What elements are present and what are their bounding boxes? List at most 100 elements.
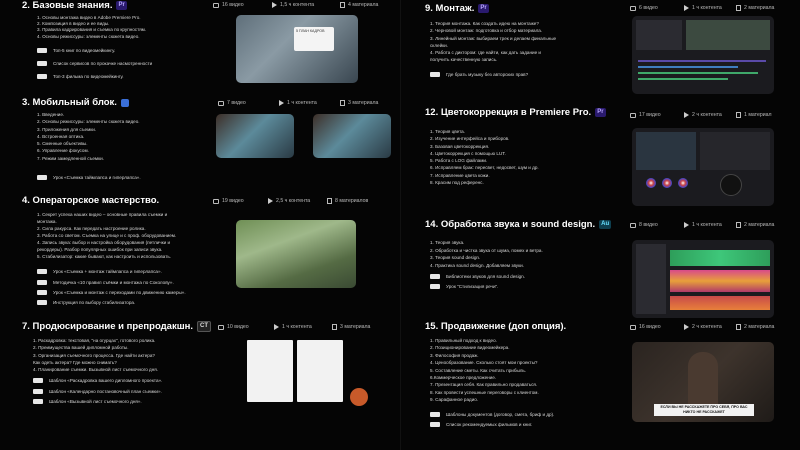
section-title: 4. Операторское мастерство. (22, 195, 159, 206)
film-icon (630, 222, 636, 228)
play-icon (268, 198, 273, 204)
materials-count: 2 материала (736, 5, 774, 11)
resource-icon (37, 175, 47, 180)
video-count: 19 видео (213, 198, 244, 204)
section-sound-design: 14. Обработка звука и sound design. Au 8… (408, 212, 800, 318)
lesson-item: 4. Запись звука: выбор и настройка обору… (37, 240, 171, 245)
film-icon (630, 324, 636, 330)
lesson-item: 1. Правильный подход к видео. (430, 338, 497, 343)
film-icon (630, 112, 636, 118)
resource-item[interactable]: Шаблон «Календарно постановочный план съ… (33, 389, 162, 394)
film-icon (218, 100, 224, 106)
title-text: 4. Операторское мастерство. (22, 195, 160, 206)
lesson-preview-image (236, 220, 356, 288)
play-icon (274, 324, 279, 330)
lesson-item: 4. Ценообразование. Сколько стоят мои пр… (430, 360, 538, 366)
lesson-item: 4. Цветокоррекция с помощью LUT. (430, 150, 506, 156)
materials-count: 2 материала (736, 324, 774, 330)
lesson-item: 4. Встроенная оптика. (37, 133, 85, 139)
resource-item[interactable]: Урок «Съемка таймлапса и гиперлапса». (37, 175, 141, 180)
title-text: 2. Базовые знания. (22, 0, 113, 11)
resource-icon (37, 280, 47, 285)
lesson-preview-image (216, 114, 294, 158)
section-title: 2. Базовые знания. Pr (22, 0, 127, 11)
lesson-item: 2. Преимущества вашей дипломной работы. (33, 345, 129, 351)
lesson-list: 1. Теория монтажа. Как создать идею на м… (430, 20, 556, 64)
resource-item[interactable]: Урок «Съемка и монтаж с переходами по дв… (37, 290, 186, 295)
document-icon (736, 5, 741, 11)
resource-item[interactable]: Список сервисов по прокачке насмотреннос… (37, 61, 152, 66)
resource-icon (430, 412, 440, 417)
resource-icon (430, 72, 440, 77)
section-promotion: 15. Продвижение (доп опция). 16 видео 2 … (408, 318, 800, 450)
resource-item[interactable]: Шаблон «Вызывной лист съемочного дня». (33, 399, 142, 404)
resource-item[interactable]: Шаблон «Раскадровка вашего дипломного пр… (33, 378, 162, 383)
resource-item[interactable]: Топ-5 книг по видеомейкингу. (37, 48, 115, 53)
resource-item[interactable]: Урок "Стилизация речи". (430, 284, 498, 289)
lesson-item: 1. Раскадровка: текстовая, "на огурцах",… (33, 338, 156, 343)
resource-item[interactable]: Библиотеки звуков для sound design. (430, 274, 525, 279)
materials-count: 2 материала (736, 222, 774, 228)
lesson-list: 1. Теория звука. 2. Обработка и чистка з… (430, 239, 543, 269)
lesson-item: 6. Исправляем брак: пересвет, недосвет, … (430, 165, 539, 171)
document-icon (340, 2, 345, 8)
play-icon (684, 222, 689, 228)
resource-item[interactable]: Где брать музыку без авторских прав? (430, 72, 528, 77)
document-icon (736, 324, 741, 330)
lesson-item: 8. Красим под референс. (430, 180, 484, 186)
lesson-item: 3. Работа со светом. Съемка на улице и с… (37, 233, 177, 238)
lesson-item: 5. Составление сметы. Как считать прибыл… (430, 367, 527, 373)
materials-count: 1 материал (736, 112, 772, 118)
lesson-item: 5. Сменные объективы. (37, 141, 88, 147)
lesson-item: 1. Теория цвета. (430, 129, 465, 134)
lesson-item: Как одеть актера? Где можно снимать? (33, 359, 117, 365)
content-duration: 2,5 ч контента (268, 198, 310, 204)
resource-item[interactable]: Список рекомендуемых фильмов и книг. (430, 422, 532, 427)
resource-item[interactable]: Методичка «10 правил съёмки и монтажа по… (37, 280, 174, 285)
resource-icon (37, 290, 47, 295)
film-icon (213, 2, 219, 8)
play-icon (272, 2, 277, 8)
section-color-grading: 12. Цветокоррекция в Premiere Pro. Pr 17… (408, 104, 800, 206)
section-production: 7. Продюсирование и препродакшн. CT 10 в… (0, 318, 392, 450)
section-title: 7. Продюсирование и препродакшн. CT (22, 321, 212, 332)
play-icon (279, 100, 284, 106)
lesson-item: 1. Теория монтажа. Как создать идею на м… (430, 21, 539, 26)
resource-icon (37, 61, 47, 66)
document-icon (332, 324, 337, 330)
lesson-list: 1. Введение. 2. Основы режиссуры: элемен… (37, 111, 140, 162)
lesson-item: 3. Организация съемочного процесса. Где … (33, 352, 155, 358)
resource-item[interactable]: Инструкция по выбору стабилизатора. (37, 300, 135, 305)
resource-item[interactable]: Урок «Съемка + монтаж таймлапса и гиперл… (37, 269, 162, 274)
title-text: 15. Продвижение (доп опция). (425, 321, 567, 332)
video-count: 6 видео (630, 5, 658, 11)
column-divider (400, 0, 401, 450)
storyboard-icon: CT (197, 321, 212, 332)
materials-count: 4 материала (340, 2, 378, 8)
resource-icon (33, 399, 43, 404)
lesson-preview-image (313, 114, 391, 158)
lesson-item: 2. Черновой монтаж: подготовка и отбор м… (430, 28, 543, 34)
resource-icon (33, 389, 43, 394)
avatar (350, 388, 368, 406)
lesson-item: 4. Работа с диктором: где найти, как дат… (430, 50, 541, 56)
video-count: 8 видео (630, 222, 658, 228)
lesson-item: 8. Как провести успешные переговоры с кл… (430, 389, 539, 395)
video-count: 7 видео (218, 100, 246, 106)
lesson-item: 4. Основы режиссуры: элементы сюжета вид… (37, 33, 140, 39)
content-duration: 1,5 ч контента (272, 2, 314, 8)
play-icon (684, 5, 689, 11)
section-title: 9. Монтаж. Pr (425, 3, 489, 14)
resource-item[interactable]: Шаблоны документов (договор, смета, бриф… (430, 412, 554, 417)
resource-item[interactable]: Топ-3 фильма по видеомейкингу. (37, 74, 124, 79)
storyboard-page-image (297, 340, 343, 402)
section-title: 3. Мобильный блок. (22, 97, 129, 108)
video-count: 10 видео (218, 324, 249, 330)
audition-icon: Au (599, 220, 612, 229)
resource-icon (430, 284, 440, 289)
lesson-item: 1. Теория звука. (430, 240, 465, 245)
lesson-item: 6. Управление фокусом. (37, 148, 89, 154)
premiere-icon: Pr (116, 1, 127, 10)
play-icon (684, 324, 689, 330)
lesson-item: 4. Практика sound design. Добавляем звук… (430, 262, 524, 268)
